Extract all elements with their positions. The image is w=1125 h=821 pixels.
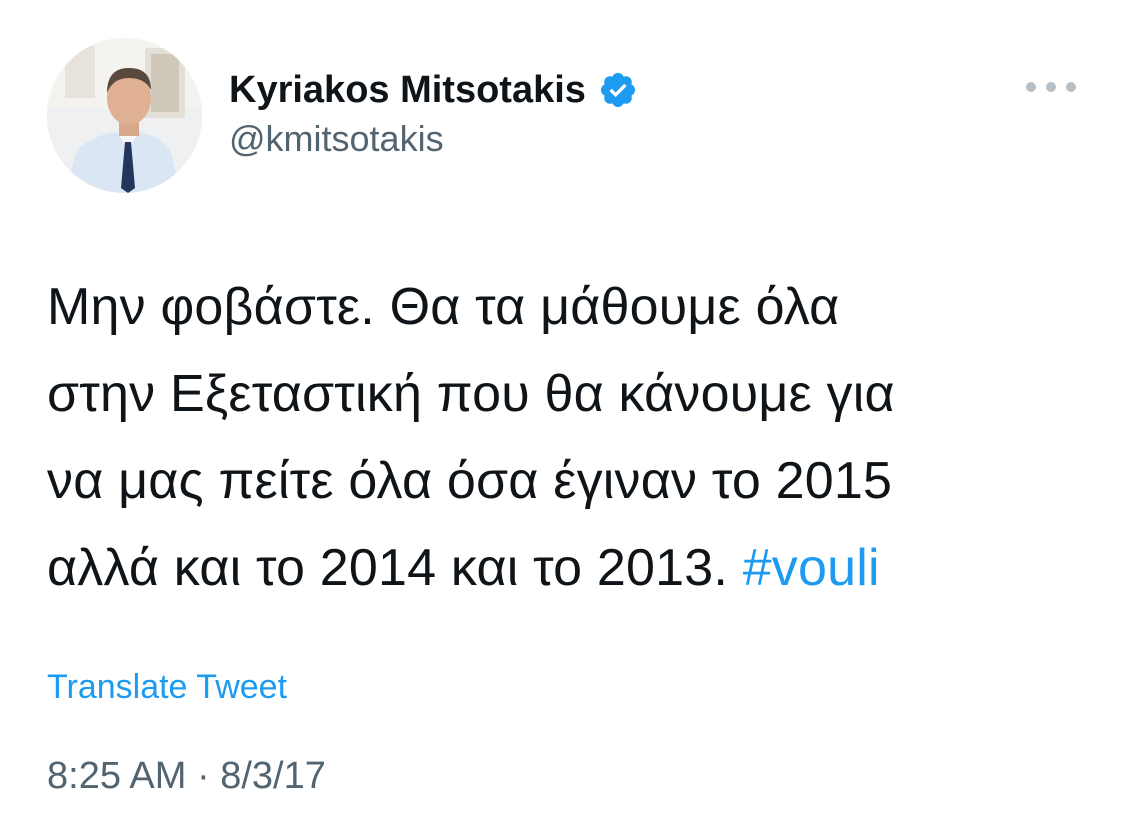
tweet-time: 8:25 AM [47,755,187,797]
more-dot [1066,82,1076,92]
tweet-text: Μην φοβάστε. Θα τα μάθουμε όλα στην Εξετ… [47,264,1087,612]
translate-tweet-link[interactable]: Translate Tweet [47,668,287,707]
tweet-timestamp[interactable]: 8:25 AM · 8/3/17 [47,755,326,798]
meta-separator: · [186,755,221,797]
author-handle[interactable]: @kmitsotakis [229,118,444,160]
more-dot [1046,82,1056,92]
author-avatar[interactable] [47,38,202,193]
tweet-text-line: αλλά και το 2014 και το 2013. [47,539,743,597]
tweet-card: Kyriakos Mitsotakis @kmitsotakis Μην φοβ… [0,0,1125,821]
tweet-text-line-last: αλλά και το 2014 και το 2013. #vouli [47,525,1087,612]
author-display-name[interactable]: Kyriakos Mitsotakis [229,69,586,112]
more-options-icon[interactable] [1026,72,1076,102]
tweet-date: 8/3/17 [220,755,326,797]
tweet-text-line: να μας πείτε όλα όσα έγιναν το 2015 [47,452,893,510]
more-dot [1026,82,1036,92]
avatar-photo [47,38,202,193]
author-name-row: Kyriakos Mitsotakis [229,64,638,116]
tweet-text-line: Μην φοβάστε. Θα τα μάθουμε όλα [47,278,840,336]
hashtag-link[interactable]: #vouli [743,539,880,597]
tweet-text-line: στην Εξεταστική που θα κάνουμε για [47,365,895,423]
verified-badge-icon [598,70,638,110]
